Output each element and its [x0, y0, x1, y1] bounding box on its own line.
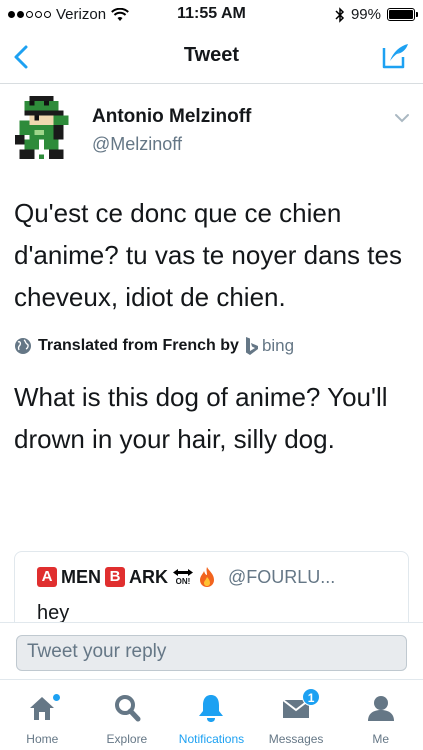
- tab-label: Home: [26, 732, 59, 746]
- tab-home[interactable]: Home: [0, 680, 85, 750]
- navigation-bar: Tweet: [0, 30, 423, 84]
- author-handle[interactable]: @Melzinoff: [92, 134, 182, 155]
- bluetooth-icon: [335, 6, 345, 23]
- quoted-handle: @FOURLU...: [228, 566, 336, 587]
- chevron-down-icon[interactable]: [394, 112, 410, 124]
- tweet-header: Antonio Melzinoff @Melzinoff: [14, 96, 414, 172]
- on-label: ON!: [175, 577, 191, 586]
- quoted-tweet[interactable]: A MEN B ARK ON! @FOURLU... hey: [14, 551, 409, 631]
- translated-text: What is this dog of anime? You'll drown …: [14, 382, 388, 454]
- quoted-name-part: ARK: [129, 566, 168, 587]
- tab-explore[interactable]: Explore: [85, 680, 170, 750]
- person-icon: [365, 692, 397, 724]
- tab-label: Notifications: [178, 732, 245, 746]
- tab-me[interactable]: Me: [338, 680, 423, 750]
- letter-a-emoji: A: [37, 567, 57, 587]
- avatar[interactable]: [14, 96, 74, 164]
- status-bar: Verizon 11:55 AM 99%: [0, 0, 423, 30]
- tweet-text: Qu'est ce donc que ce chien d'anime? tu …: [14, 198, 402, 312]
- status-right: 99%: [335, 6, 418, 23]
- translated-label: Translated from French by: [38, 337, 239, 354]
- author-name[interactable]: Antonio Melzinoff: [92, 106, 251, 128]
- tab-label: Explore: [106, 732, 148, 746]
- reply-input[interactable]: Tweet your reply: [16, 635, 407, 671]
- translator-name: bing: [261, 336, 295, 355]
- bell-icon: [195, 692, 227, 724]
- battery-icon: [387, 8, 418, 21]
- quoted-author: A MEN B ARK ON! @FOURLU...: [37, 566, 335, 588]
- messages-badge: 1: [302, 688, 321, 706]
- quoted-name-part: MEN: [61, 566, 101, 587]
- tab-label: Messages: [268, 732, 324, 746]
- page-title: Tweet: [183, 44, 240, 66]
- search-icon: [111, 692, 143, 724]
- compose-tweet-icon[interactable]: [379, 40, 411, 72]
- reply-bar: Tweet your reply: [0, 622, 423, 679]
- bing-logo: bing: [245, 336, 294, 356]
- tab-messages[interactable]: 1 Messages: [254, 680, 339, 750]
- translation-attribution: Translated from French by bing: [14, 336, 294, 356]
- on-arrow-icon: ON!: [172, 568, 194, 586]
- home-unread-dot: [52, 693, 62, 702]
- tab-label: Me: [372, 732, 389, 746]
- double-arrow-icon: [173, 569, 193, 576]
- letter-b-emoji: B: [105, 567, 125, 587]
- battery-percent: 99%: [350, 6, 381, 23]
- fire-icon: [200, 567, 214, 587]
- tab-bar: Home Explore Notifications 1 Messages Me: [0, 679, 423, 750]
- globe-icon: [15, 338, 31, 354]
- envelope-icon: 1: [280, 688, 321, 724]
- tab-notifications[interactable]: Notifications: [169, 680, 254, 750]
- bing-icon: [245, 337, 258, 355]
- home-icon: [26, 692, 62, 724]
